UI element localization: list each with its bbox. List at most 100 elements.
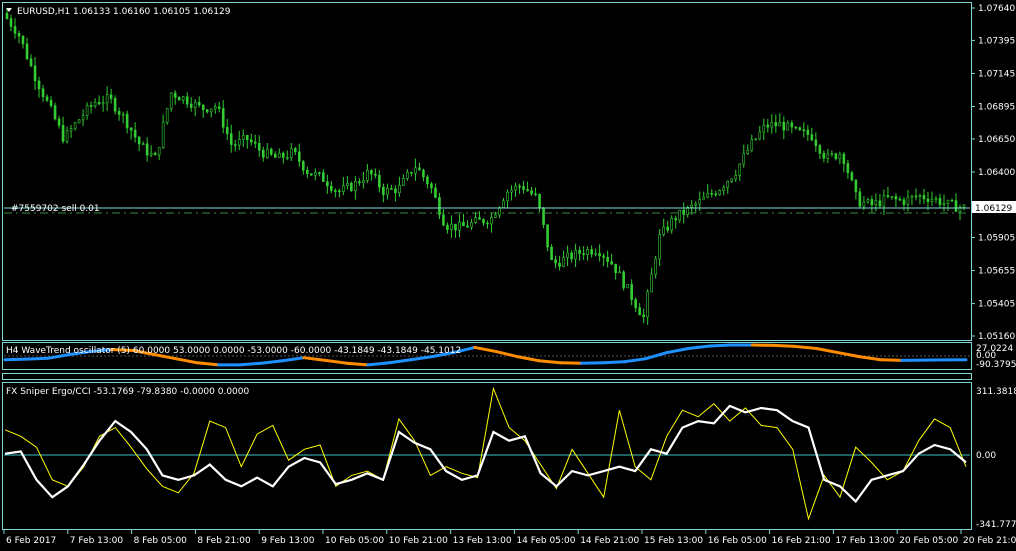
candle-body: [594, 253, 597, 255]
wavetrend-segment: [879, 358, 904, 362]
candle-body: [221, 108, 225, 128]
candle-body: [746, 149, 750, 154]
candle-body: [289, 148, 293, 158]
candle-body: [446, 224, 449, 230]
candle-body: [582, 253, 585, 255]
price-tick-label: 1.07145: [978, 69, 1015, 79]
wavetrend-segment: [3, 357, 28, 362]
candle-body: [658, 234, 661, 260]
candle-body: [614, 263, 617, 274]
candle-body: [125, 113, 129, 129]
candle-body: [918, 195, 922, 197]
time-tick-label: 16 Feb 21:00: [772, 536, 831, 546]
candle-body: [834, 153, 838, 160]
candle-body: [502, 200, 505, 208]
candle-body: [662, 226, 665, 235]
candle-body: [470, 222, 473, 228]
sniper-y-zero: 0.00: [976, 451, 996, 461]
candle-body: [241, 135, 245, 140]
candle-body: [694, 203, 698, 206]
candle-body: [718, 190, 722, 195]
wavetrend-segment: [708, 343, 733, 348]
time-tick-label: 15 Feb 13:00: [644, 536, 703, 546]
candle-body: [61, 125, 65, 142]
price-tick-label: 1.06895: [978, 103, 1015, 113]
candle-body: [766, 124, 770, 128]
candle-body: [414, 167, 417, 174]
candle-body: [422, 169, 425, 178]
time-tick-label: 13 Feb 13:00: [453, 536, 512, 546]
price-tick-label: 1.05655: [978, 267, 1015, 277]
candle-body: [454, 223, 457, 231]
candle-body: [734, 174, 738, 180]
candle-body: [434, 187, 437, 198]
candle-body: [646, 291, 649, 318]
candle-body: [181, 96, 185, 101]
time-tick-label: 14 Feb 21:00: [580, 536, 639, 546]
candle-body: [814, 139, 818, 146]
candle-body: [442, 214, 445, 226]
candle-body: [606, 257, 609, 262]
candle-body: [406, 171, 409, 179]
wavetrend-segment: [195, 361, 221, 367]
candle-body: [458, 221, 461, 231]
candle-body: [938, 197, 942, 206]
candle-body: [33, 65, 37, 82]
candle-body: [518, 185, 521, 188]
candle-body: [261, 149, 265, 158]
candle-body: [370, 170, 373, 175]
candle-body: [654, 258, 657, 275]
wavetrend-segment: [24, 356, 50, 361]
wavetrend-segment: [537, 359, 562, 365]
candle-body: [438, 197, 441, 216]
time-tick-label: 20 Feb 05:00: [899, 536, 958, 546]
candle-body: [149, 152, 153, 156]
candle-body: [277, 152, 281, 158]
candle-body: [57, 118, 61, 126]
candle-body: [81, 115, 85, 121]
candle-body: [189, 103, 193, 108]
candle-body: [910, 195, 914, 198]
candle-body: [322, 172, 325, 182]
candle-body: [298, 151, 301, 162]
candle-body: [598, 253, 601, 257]
candle-body: [37, 80, 41, 90]
candle-body: [294, 148, 297, 153]
candle-body: [790, 122, 794, 128]
candle-body: [418, 167, 421, 171]
candle-body: [546, 224, 549, 248]
candle-body: [722, 187, 726, 192]
candle-body: [153, 152, 157, 156]
candle-body: [750, 139, 754, 151]
candle-body: [77, 119, 81, 124]
candle-body: [558, 262, 561, 267]
candle-body: [358, 181, 361, 184]
candle-body: [530, 190, 533, 195]
candle-body: [678, 209, 682, 221]
candle-body: [398, 184, 401, 194]
candle-body: [273, 153, 277, 158]
candle-body: [49, 100, 53, 106]
candle-body: [478, 217, 481, 220]
candle-body: [726, 181, 730, 188]
candle-body: [249, 139, 253, 143]
candle-body: [306, 169, 309, 174]
candle-body: [850, 172, 854, 181]
wavetrend-segment: [601, 360, 626, 365]
candle-body: [394, 188, 397, 194]
candle-body: [165, 108, 169, 123]
candle-body: [666, 226, 669, 231]
candle-body: [205, 109, 209, 113]
price-tick-label: 1.07395: [978, 36, 1015, 46]
candle-body: [9, 18, 13, 27]
candle-body: [217, 106, 221, 109]
candle-body: [13, 26, 17, 34]
candle-body: [354, 181, 357, 191]
candle-body: [326, 181, 329, 187]
trading-chart[interactable]: #7559702 sell 0.01 EURUSD,H1 1.06133 1.0…: [0, 0, 1016, 551]
candle-body: [882, 195, 886, 207]
candle-body: [898, 198, 902, 201]
time-tick-label: 20 Feb 21:00: [963, 536, 1016, 546]
candle-body: [962, 204, 966, 208]
candle-body: [89, 105, 93, 107]
